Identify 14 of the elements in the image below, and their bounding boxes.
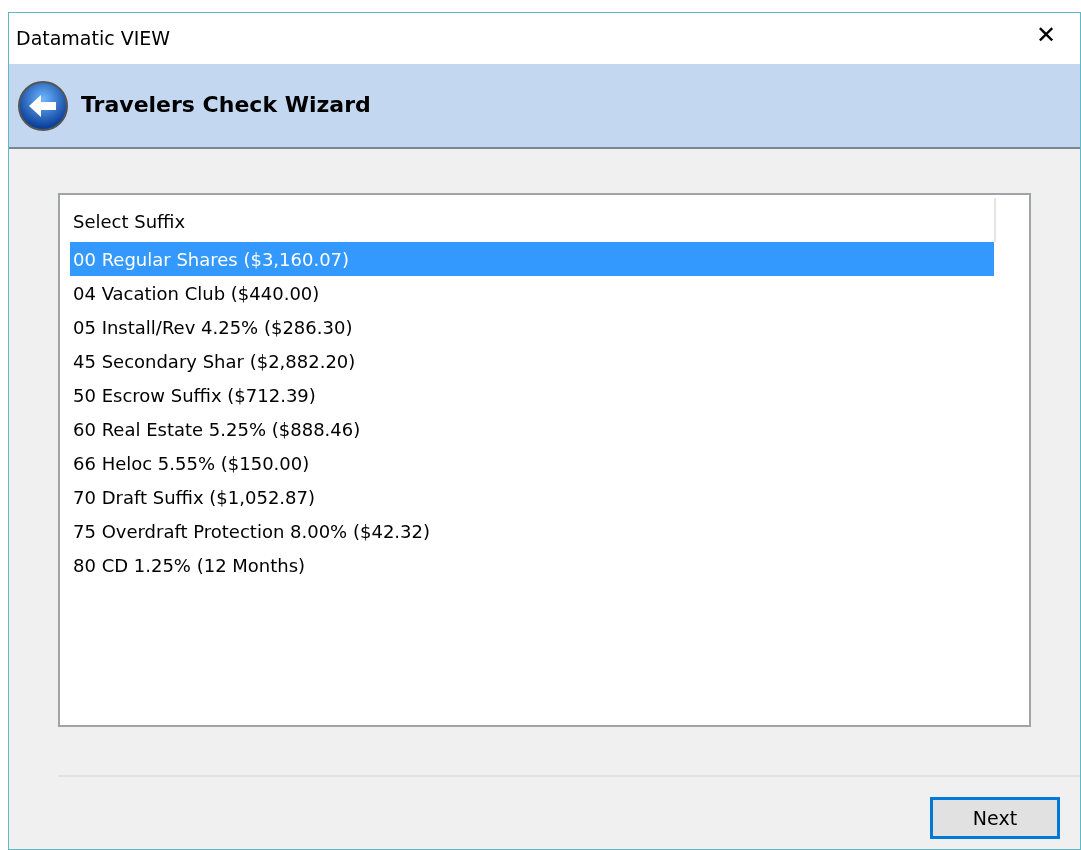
list-item[interactable]: 50 Escrow Suffix ($712.39) — [70, 378, 994, 412]
next-button[interactable]: Next — [930, 797, 1060, 839]
list-item[interactable]: 66 Heloc 5.55% ($150.00) — [70, 446, 994, 480]
list-item[interactable]: 05 Install/Rev 4.25% ($286.30) — [70, 310, 994, 344]
back-icon[interactable] — [17, 79, 69, 132]
list-item[interactable]: 80 CD 1.25% (12 Months) — [70, 548, 994, 582]
window-title: Datamatic VIEW — [16, 26, 171, 52]
list-item[interactable]: 75 Overdraft Protection 8.00% ($42.32) — [70, 514, 994, 548]
list-item[interactable]: 04 Vacation Club ($440.00) — [70, 276, 994, 310]
close-button[interactable]: ✕ — [1031, 21, 1060, 49]
wizard-title: Travelers Check Wizard — [81, 92, 371, 119]
list-item[interactable]: 70 Draft Suffix ($1,052.87) — [70, 480, 994, 514]
list-item[interactable]: 45 Secondary Shar ($2,882.20) — [70, 344, 994, 378]
list-item[interactable]: 60 Real Estate 5.25% ($888.46) — [70, 412, 994, 446]
